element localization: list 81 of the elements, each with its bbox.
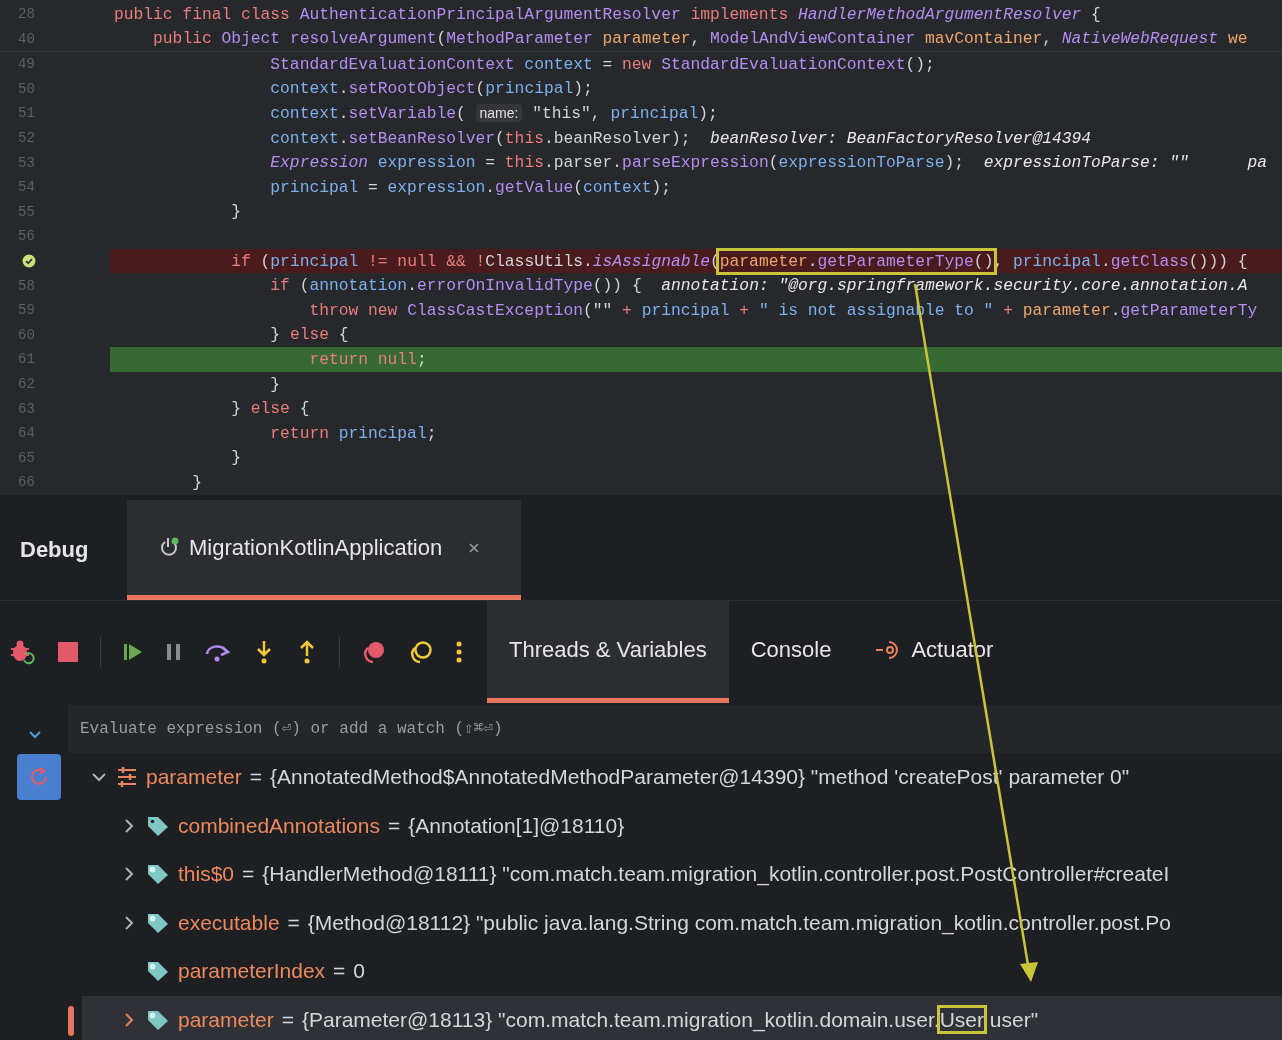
variable-name: this$0	[178, 862, 235, 887]
variable-name: parameterIndex	[178, 959, 326, 984]
resume-icon[interactable]	[122, 641, 144, 663]
session-tab[interactable]: MigrationKotlinApplication	[127, 500, 521, 600]
code-line: } else {	[269, 325, 349, 345]
code-line: public final class AuthenticationPrincipalArgumentResolver implements HandlerMethodArgumentResolver {	[113, 4, 1101, 24]
variable-name: parameter	[146, 765, 242, 790]
code-line: }	[191, 472, 202, 492]
line-number: 66	[18, 474, 35, 491]
pause-icon[interactable]	[165, 642, 183, 662]
variable-row[interactable]: parameterIndex = 0	[0, 947, 1282, 996]
line-number: 59	[18, 302, 35, 319]
variable-name: executable	[178, 910, 280, 935]
line-number: 65	[18, 449, 35, 466]
tag-icon	[146, 1008, 170, 1031]
chevron-down-icon[interactable]	[91, 771, 107, 784]
tag-icon	[146, 911, 170, 934]
code-line: return principal;	[269, 423, 437, 443]
view-tab[interactable]: Console	[728, 601, 854, 703]
line-number: 62	[18, 376, 35, 392]
tag-icon	[146, 863, 170, 886]
code-line: } else {	[230, 399, 310, 419]
variable-value: {Parameter@18113} "com.match.team.migration_kotlin.domain.user.User user"	[302, 1007, 1039, 1032]
view-tab[interactable]: Threads & Variables	[487, 601, 729, 703]
variable-name: parameter	[178, 1007, 274, 1032]
code-line: StandardEvaluationContext context = new StandardEvaluationContext();	[269, 54, 935, 74]
chevron-right-icon[interactable]	[123, 1011, 135, 1028]
line-number: 64	[18, 425, 35, 442]
equals-sign: =	[249, 765, 262, 790]
more-icon[interactable]	[455, 641, 463, 663]
code-line: principal = expression.getValue(context);	[269, 177, 671, 197]
chevron-right-icon[interactable]	[123, 817, 135, 834]
code-line: Expression expression = this.parser.parseExpression(expressionToParse); expressionToParse: "" pa	[269, 153, 1267, 173]
variable-value: {Annotation[1]@18110}	[408, 813, 625, 838]
code-line: return null;	[308, 349, 427, 369]
equals-sign: =	[242, 862, 255, 887]
line-number: 55	[18, 203, 35, 220]
breakpoints-icon[interactable]	[361, 640, 387, 664]
code-line: context.setBeanResolver(this.beanResolver); beanResolver: BeanFactoryResolver@14394	[269, 128, 1092, 148]
line-number: 49	[18, 56, 35, 73]
equals-sign: =	[287, 910, 300, 935]
line-number: 53	[18, 154, 35, 171]
code-line: public Object resolveArgument(MethodParameter parameter, ModelAndViewContainer mavContainer, NativeWebRequest we	[152, 29, 1248, 49]
check-icon[interactable]	[22, 254, 36, 269]
code-line: }	[269, 374, 281, 394]
variable-value: 0	[353, 959, 366, 984]
chevron-down-icon[interactable]	[28, 730, 42, 740]
equals-sign: =	[281, 1007, 294, 1032]
tag-icon	[146, 814, 170, 837]
code-line: context.setVariable( name: "this", principal);	[269, 104, 718, 123]
code-line: context.setRootObject(principal);	[269, 79, 593, 99]
variable-name: combinedAnnotations	[178, 813, 380, 838]
line-number: 61	[18, 351, 35, 368]
close-icon[interactable]	[468, 541, 481, 554]
variable-row[interactable]: combinedAnnotations = {Annotation[1]@18110}	[0, 801, 1282, 850]
chevron-right-icon[interactable]	[123, 866, 135, 883]
line-number: 51	[18, 105, 35, 122]
line-number: 56	[18, 228, 35, 245]
line-number: 63	[18, 400, 35, 417]
stop-icon[interactable]	[57, 641, 79, 663]
sliders-icon	[116, 766, 138, 789]
reload-button[interactable]	[17, 754, 61, 801]
chevron-right-icon[interactable]	[123, 914, 135, 931]
line-number: 28	[18, 6, 35, 23]
tag-icon	[146, 960, 170, 983]
code-line: }	[230, 202, 241, 222]
equals-sign: =	[388, 813, 401, 838]
line-number: 54	[18, 179, 35, 196]
line-number: 50	[18, 80, 35, 97]
line-number: 58	[18, 277, 35, 294]
code-line: if (annotation.errorOnInvalidType()) { annotation: "@org.springframework.security.core.annotation.A	[269, 276, 1248, 296]
evaluate-field[interactable]: Evaluate expression (⏎) or add a watch (⇧⌘⏎)	[68, 705, 1282, 753]
line-number: 52	[18, 130, 35, 147]
mute-breakpoints-icon[interactable]	[408, 640, 434, 664]
panel-title: Debug	[19, 536, 90, 563]
line-number: 60	[18, 326, 35, 343]
equals-sign: =	[333, 959, 346, 984]
selection-marker	[68, 1005, 74, 1036]
rerun-debug-icon[interactable]	[8, 638, 36, 666]
code-line: }	[230, 448, 241, 468]
line-number: 40	[18, 30, 35, 47]
